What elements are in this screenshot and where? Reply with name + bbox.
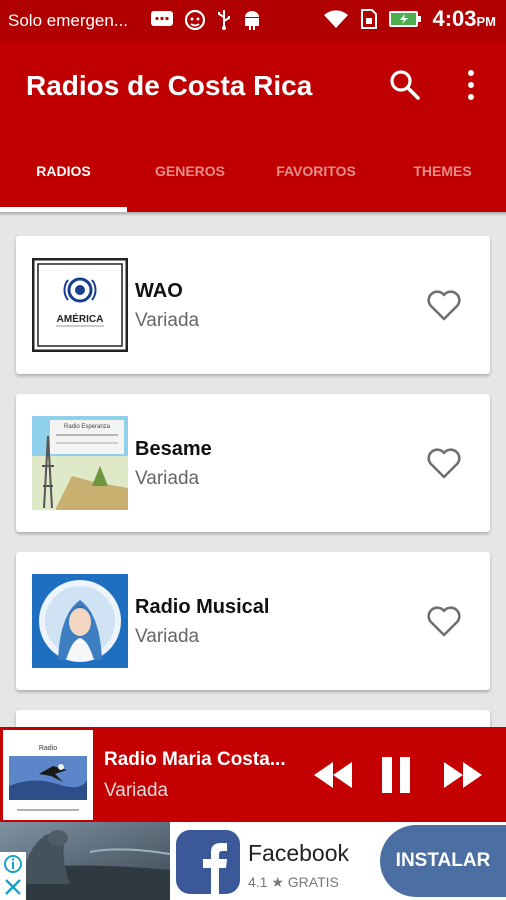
station-card-besame[interactable]: Radio Esperanza Besame Variada [16,394,490,532]
tab-generos[interactable]: GENEROS [127,132,253,214]
now-playing-logo: Radio [3,730,93,820]
now-playing-bar[interactable]: Radio Radio Maria Costa... Variada [0,727,506,822]
battery-icon [389,11,422,27]
station-card-radio-musical[interactable]: Radio Musical Variada [16,552,490,690]
page-title: Radios de Costa Rica [26,70,313,101]
status-bar: Solo emergen... 4:03PM [0,0,506,42]
station-genre: Variada [135,626,200,647]
station-logo-america: AMÉRICA [32,258,128,352]
ad-banner[interactable]: Facebook 4.1 ★ GRATIS INSTALAR [0,822,506,900]
tab-bar: RADIOS GENEROS FAVORITOS THEMES [0,132,506,214]
notification-icons [150,9,262,31]
wifi-icon [324,10,349,28]
station-genre: Variada [135,468,200,489]
station-name: Besame [135,438,212,460]
headset-icon [184,9,206,31]
usb-icon [218,10,230,30]
station-name: Radio Musical [135,596,270,618]
more-vert-icon[interactable] [460,68,482,102]
now-playing-name: Radio Maria Costa... [104,749,286,770]
heart-outline-icon[interactable] [426,604,462,638]
tab-favoritos[interactable]: FAVORITOS [253,132,379,214]
now-playing-genre: Variada [104,780,169,801]
rewind-icon[interactable] [312,760,354,790]
tab-radios[interactable]: RADIOS [0,132,127,214]
clock: 4:03PM [432,6,496,31]
station-logo-esperanza: Radio Esperanza [32,416,128,510]
sim-icon [361,9,378,29]
station-name: WAO [135,280,183,302]
android-icon [245,11,259,30]
carrier-label: Solo emergen... [8,11,129,30]
fast-forward-icon[interactable] [442,760,484,790]
tab-shadow [0,212,506,216]
search-icon[interactable] [388,68,422,102]
station-card-wao[interactable]: AMÉRICA WAO Variada [16,236,490,374]
pause-icon[interactable] [378,755,414,795]
ad-app-name: Facebook [248,840,350,866]
install-button[interactable]: INSTALAR [380,825,506,897]
heart-outline-icon[interactable] [426,446,462,480]
adchoices-icon[interactable] [0,852,26,900]
heart-outline-icon[interactable] [426,288,462,322]
app-toolbar: Radios de Costa Rica [0,42,506,132]
now-playing-logo-text: Radio [39,745,57,752]
ad-rating: 4.1 ★ GRATIS [248,874,339,890]
chat-icon [151,11,173,26]
tab-themes[interactable]: THEMES [379,132,506,214]
station-logo-virgin [32,574,128,668]
station-logo-text: AMÉRICA [57,312,104,325]
station-logo-text: Radio Esperanza [64,424,111,430]
station-genre: Variada [135,310,200,331]
facebook-logo [176,830,240,894]
